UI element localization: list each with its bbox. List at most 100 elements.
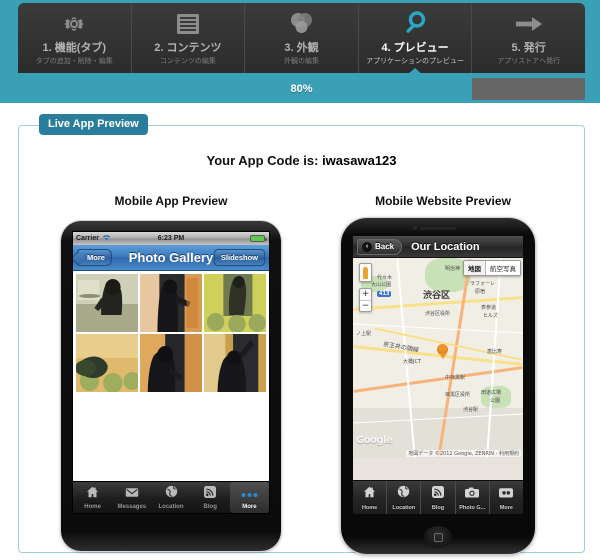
app-tab-more-label: More [242, 504, 257, 510]
wizard-step-3-title: 3. 外観 [284, 42, 319, 54]
gallery-photo[interactable] [140, 274, 202, 332]
web-navbar-title: Our Location [411, 240, 480, 253]
app-tab-home[interactable]: Home [73, 482, 112, 513]
slideshow-button[interactable]: Slideshow [213, 249, 265, 266]
web-tab-blog-label: Blog [431, 504, 445, 511]
status-time: 6:23 PM [157, 235, 185, 242]
wizard-step-1[interactable]: 1. 機能(タブ) タブの追加・削除・編集 [18, 3, 132, 73]
wizard-step-2-title: 2. コンテンツ [154, 42, 222, 54]
wizard-step-2[interactable]: 2. コンテンツ コンテンツの編集 [132, 3, 246, 73]
map-label: 渋谷区役所 [425, 311, 451, 317]
web-tab-home-label: Home [361, 504, 378, 511]
rss-icon [204, 485, 217, 503]
map-label: 表参道 [481, 305, 497, 311]
map-label: 公園 [490, 398, 501, 404]
battery-icon [250, 235, 267, 242]
app-tab-blog[interactable]: Blog [191, 482, 230, 513]
wizard-step-4-subtitle: アプリケーションのプレビュー [366, 58, 465, 65]
gallery-photo[interactable] [76, 274, 138, 332]
app-code-line: Your App Code is: iwasawa123 [19, 153, 584, 168]
mobile-website-phone-mockup: ‹ Back Our Location 413 代々木 大山公園 明治神 渋谷区… [341, 218, 535, 554]
wizard-step-4-title: 4. プレビュー [381, 42, 449, 54]
web-navbar: ‹ Back Our Location [353, 236, 523, 258]
home-icon [86, 485, 99, 503]
map-label: ノ上駅 [356, 331, 372, 337]
map-label: 大橋JCT [403, 359, 422, 365]
gallery-photo[interactable] [204, 334, 266, 392]
front-camera-icon [413, 226, 417, 230]
app-tab-home-label: Home [84, 504, 101, 510]
map-label: 目黒区役所 [445, 392, 471, 398]
map-label: 原宿 [475, 289, 486, 295]
back-button-label: Back [375, 242, 395, 251]
progress-bar: 80% [18, 78, 585, 100]
map-type-map[interactable]: 地図 [464, 261, 485, 275]
map-label: 田道広場 [481, 390, 502, 396]
app-tab-blog-label: Blog [203, 504, 217, 510]
gallery-photo[interactable] [204, 274, 266, 332]
web-tab-home[interactable]: Home [353, 481, 388, 514]
web-preview-screen: ‹ Back Our Location 413 代々木 大山公園 明治神 渋谷区… [353, 236, 523, 514]
mobile-app-preview-title: Mobile App Preview [114, 194, 228, 208]
wizard-step-2-subtitle: コンテンツの編集 [159, 58, 216, 65]
earpiece-speaker [420, 227, 456, 230]
app-code-value: iwasawa123 [322, 153, 397, 168]
home-icon [363, 485, 376, 503]
gallery-photo[interactable] [76, 334, 138, 392]
pegman-icon[interactable] [359, 263, 372, 282]
google-map[interactable]: 413 代々木 大山公園 明治神 渋谷区 ラフォーレ 原宿 渋谷区役所 表参道 … [353, 258, 523, 458]
document-lines-icon [175, 9, 201, 39]
progress-bar-label: 80% [290, 83, 313, 95]
app-tab-messages[interactable]: Messages [112, 482, 151, 513]
app-tab-bar: Home Messages Location Blog More [73, 481, 269, 513]
app-code-prefix: Your App Code is: [206, 153, 319, 168]
dots-icon [499, 485, 514, 503]
chevron-left-icon: ‹ [362, 241, 372, 252]
panel-legend: Live App Preview [39, 114, 148, 135]
map-label: ラフォーレ [470, 281, 496, 287]
web-tab-photo-gallery[interactable]: Photo G... [456, 481, 490, 514]
map-zoom-controls[interactable]: + − [359, 288, 372, 312]
web-tab-more[interactable]: More [490, 481, 523, 514]
app-navbar: More Photo Gallery Slideshow [73, 245, 269, 271]
map-label: 渋谷駅 [463, 407, 479, 413]
wizard-step-5[interactable]: 5. 発行 アプリストアへ発行 [472, 3, 585, 73]
back-button[interactable]: ‹ Back [357, 238, 403, 255]
mobile-app-phone-mockup: Carrier 6:23 PM More Photo Gallery Slide… [61, 221, 281, 551]
web-tab-location-label: Location [392, 504, 416, 511]
globe-icon [397, 485, 410, 503]
envelope-icon [125, 485, 139, 503]
google-watermark: Google [356, 435, 393, 446]
arrow-right-icon [514, 9, 544, 39]
map-route-badge: 413 [377, 291, 392, 297]
wizard-step-3[interactable]: 3. 外観 外観の編集 [245, 3, 359, 73]
web-tab-location[interactable]: Location [387, 481, 422, 514]
globe-icon [165, 485, 178, 503]
map-label: 中目黒駅 [445, 375, 466, 381]
app-tab-location[interactable]: Location [151, 482, 190, 513]
zoom-in-button[interactable]: + [360, 289, 371, 300]
magnifier-icon [402, 9, 428, 39]
app-tab-messages-label: Messages [117, 504, 147, 510]
rss-icon [432, 485, 444, 503]
web-tab-blog[interactable]: Blog [421, 481, 456, 514]
ios-status-bar: Carrier 6:23 PM [73, 232, 269, 245]
gallery-photo[interactable] [140, 334, 202, 392]
home-button[interactable] [424, 526, 452, 548]
map-location-marker[interactable] [437, 344, 448, 359]
wizard-step-5-subtitle: アプリストアへ発行 [497, 58, 561, 65]
app-tab-more[interactable]: More [229, 482, 269, 513]
map-type-satellite[interactable]: 航空写真 [485, 261, 520, 275]
app-tab-location-label: Location [158, 504, 184, 510]
wizard-step-4[interactable]: 4. プレビュー アプリケーションのプレビュー [359, 3, 473, 73]
zoom-out-button[interactable]: − [360, 300, 371, 311]
more-button[interactable]: More [77, 249, 112, 266]
dots-icon [241, 485, 258, 503]
wizard-header: 1. 機能(タブ) タブの追加・削除・編集 2. コンテンツ コンテンツの編集 … [0, 0, 600, 110]
wizard-step-1-title: 1. 機能(タブ) [42, 42, 107, 54]
web-tab-bar: Home Location Blog Photo G... More [353, 480, 523, 514]
map-type-toggle[interactable]: 地図 航空写真 [463, 260, 521, 276]
wizard-step-nav: 1. 機能(タブ) タブの追加・削除・編集 2. コンテンツ コンテンツの編集 … [18, 3, 585, 73]
map-label: 明治神 [445, 266, 461, 272]
circles-overlap-icon [287, 9, 315, 39]
